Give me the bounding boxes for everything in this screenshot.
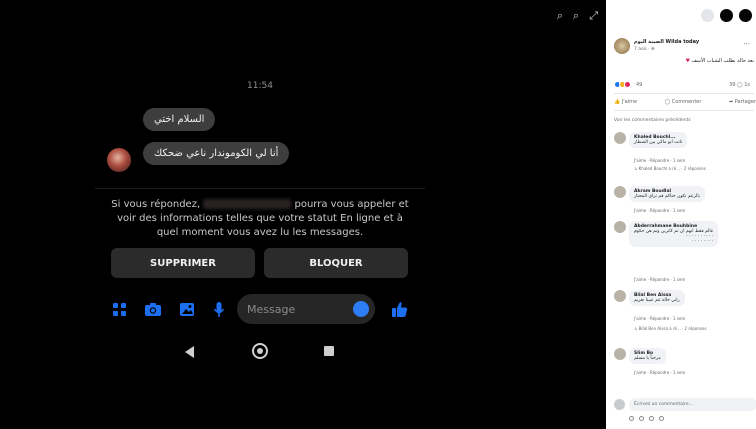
compose-bar: Message: [109, 294, 409, 324]
like-button[interactable]: 👍 J'aime: [614, 99, 637, 105]
divider: [614, 110, 754, 111]
gif-icon[interactable]: [649, 416, 654, 421]
comment-input[interactable]: Écrivez un commentaire...: [629, 398, 756, 411]
comment-actions[interactable]: J'aime · Répondre · 1 sem: [634, 370, 685, 375]
comment-text: راني حالة غم عبينا تعزيم: [634, 298, 680, 303]
comment-bubble: Khaled Bouchl... تانت ابو ماكي بين الشطا…: [629, 132, 688, 148]
commenter-avatar[interactable]: [614, 221, 626, 233]
divider: [95, 188, 425, 189]
commenter-avatar[interactable]: [614, 348, 626, 360]
emoji-icon[interactable]: [629, 416, 634, 421]
message-input[interactable]: Message: [237, 294, 375, 324]
delete-button[interactable]: SUPPRIMER: [111, 248, 255, 278]
comment-actions[interactable]: J'aime · Répondre · 1 sem: [634, 277, 685, 282]
comment-text: تانت ابو ماكي بين الشطار: [634, 140, 683, 145]
view-previous-comments[interactable]: Voir les commentaires précédents: [614, 118, 691, 123]
message-request-notice: Si vous répondez, pourra vous appeler et…: [105, 198, 415, 240]
user-avatar: [614, 399, 625, 410]
block-button[interactable]: BLOQUER: [264, 248, 408, 278]
apps-icon[interactable]: [109, 299, 129, 319]
screenshot: ⌕ ⌕ ⤢ 11:54 السلام اختي أنا لي الكوموندا…: [0, 0, 756, 429]
view-replies[interactable]: ↳ Khaled Bouchl a ré... · 2 réponses: [634, 166, 706, 171]
back-icon[interactable]: [185, 346, 194, 358]
facebook-side-panel: الصيبة اليوم Wilda today 7 aoû · ⊕ ··· ب…: [606, 0, 756, 429]
zoom-out-icon[interactable]: ⌕: [573, 10, 579, 21]
top-icons: [701, 9, 752, 22]
fullscreen-icon[interactable]: ⤢: [589, 10, 598, 21]
redacted-name: [203, 199, 292, 209]
notice-text-start: Si vous répondez,: [111, 199, 201, 210]
zoom-in-icon[interactable]: ⌕: [557, 10, 563, 21]
message-time: 11:54: [247, 81, 273, 91]
comment-count[interactable]: 39 ◯ 1s: [729, 82, 750, 88]
camera-icon[interactable]: [143, 299, 163, 319]
page-name[interactable]: الصيبة اليوم Wilda today: [634, 39, 699, 45]
android-nav-bar: [95, 342, 425, 362]
recent-apps-icon[interactable]: [324, 346, 334, 356]
thumbs-up-icon[interactable]: [389, 299, 409, 319]
comment-tools: [629, 416, 664, 421]
comment-text: · · · · · · · ·: [692, 239, 714, 244]
post-text: بعد حالة بطلب الشباب الأسف ♥: [685, 58, 754, 64]
viewer-toolbar: ⌕ ⌕ ⤢: [557, 10, 598, 21]
comment-bubble: Slim Bo مرحباً يا مسلم: [629, 348, 666, 364]
commenter-avatar[interactable]: [614, 186, 626, 198]
message-bubble: السلام اختي: [143, 108, 216, 131]
image-icon[interactable]: [177, 299, 197, 319]
emoji-icon[interactable]: [353, 301, 369, 317]
comment-actions[interactable]: J'aime · Répondre · 1 sem: [634, 208, 685, 213]
comment-bubble: Akram Boudlal بالرعم تكون حتاكم قم تراي …: [629, 186, 706, 202]
write-comment: Écrivez un commentaire...: [614, 398, 756, 412]
microphone-icon[interactable]: [209, 299, 229, 319]
comment-actions[interactable]: J'aime · Répondre · 1 sem: [634, 316, 685, 321]
more-options-icon[interactable]: ···: [743, 40, 750, 48]
comment-text: مرحباً يا مسلم: [634, 356, 661, 361]
home-icon[interactable]: [252, 343, 268, 359]
share-button[interactable]: ➦ Partager: [729, 99, 756, 105]
divider: [614, 93, 754, 94]
sticker-icon[interactable]: [659, 416, 664, 421]
camera-icon[interactable]: [639, 416, 644, 421]
messenger-icon[interactable]: [720, 9, 733, 22]
sender-avatar: [107, 148, 131, 172]
comment-bubble: Bilal Ben Aissa راني حالة غم عبينا تعزيم: [629, 290, 685, 306]
comment-text: بالرعم تكون حتاكم قم تراي المختار: [634, 194, 701, 199]
commenter-avatar[interactable]: [614, 290, 626, 302]
message-bubble: أنا لي الكوموندار ناعي ضحكك: [143, 142, 290, 165]
page-avatar[interactable]: [614, 38, 630, 54]
post-header: الصيبة اليوم Wilda today 7 aoû · ⊕ ···: [614, 38, 754, 56]
reactions-bar[interactable]: 49 39 ◯ 1s: [614, 81, 754, 89]
phone-screenshot: 11:54 السلام اختي أنا لي الكوموندار ناعي…: [95, 70, 425, 390]
commenter-avatar[interactable]: [614, 132, 626, 144]
post-date[interactable]: 7 aoû · ⊕: [634, 47, 655, 52]
message-placeholder: Message: [247, 302, 296, 316]
comment-button[interactable]: ◯ Commenter: [665, 99, 702, 105]
post-actions: 👍 J'aime ◯ Commenter ➦ Partager: [614, 99, 756, 105]
reaction-icons: [614, 81, 631, 88]
reaction-count: 49: [636, 82, 643, 88]
comment-bubble: Abderrahmane Bouhbine عالم فقط انهم ان ت…: [629, 221, 719, 247]
notifications-icon[interactable]: [739, 9, 752, 22]
menu-grid-icon[interactable]: [701, 9, 714, 22]
view-replies[interactable]: ↳ Bilal Ben Aissa a ré... · 2 réponses: [634, 326, 707, 331]
comment-actions[interactable]: J'aime · Répondre · 1 sem: [634, 158, 685, 163]
photo-viewer: ⌕ ⌕ ⤢ 11:54 السلام اختي أنا لي الكوموندا…: [0, 0, 606, 429]
